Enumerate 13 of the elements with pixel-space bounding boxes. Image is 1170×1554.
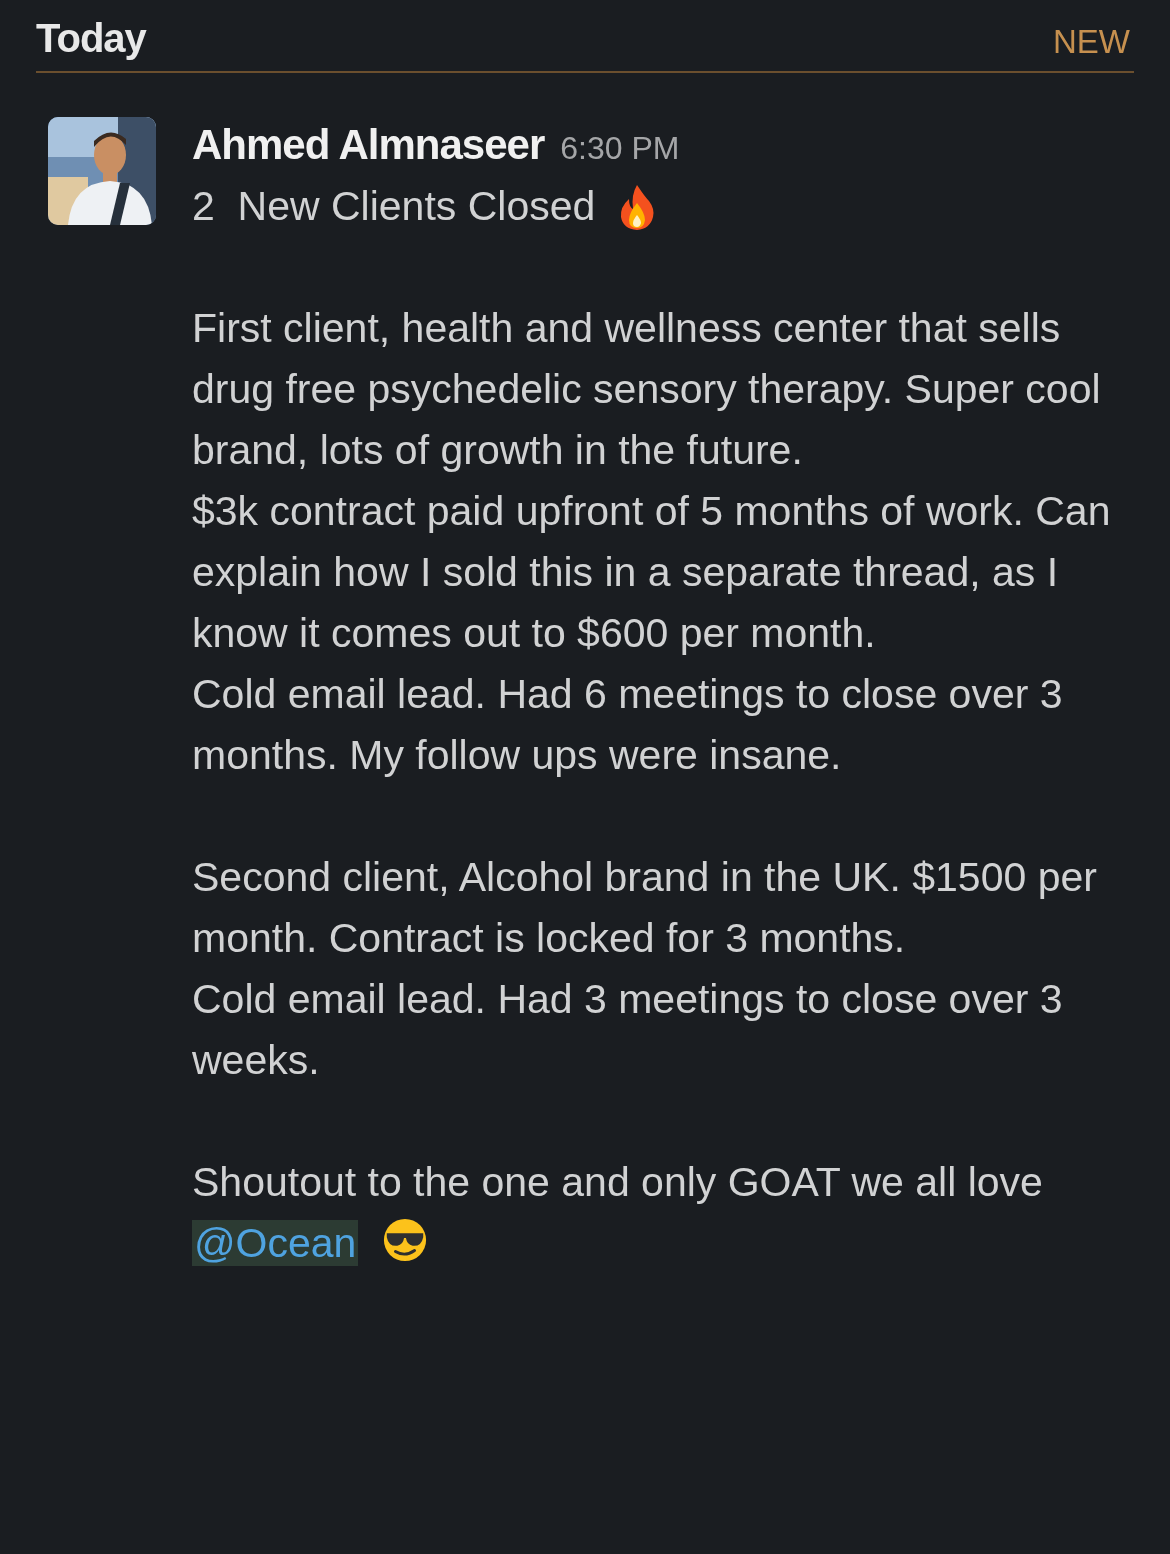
author-name[interactable]: Ahmed Almnaseer	[192, 117, 545, 173]
message-text: Second client, Alcohol brand in the UK. $1500 per month. Contract is locked for 3 months.	[192, 853, 1098, 963]
day-heading: Today	[36, 16, 146, 61]
new-label: NEW	[1053, 23, 1131, 61]
message-text: Cold email lead. Had 3 meetings to close over 3 weeks.	[192, 975, 1064, 1085]
message-text: Cold email lead. Had 6 meetings to close over 3 months. My follow ups were insane.	[192, 670, 1064, 780]
sunglasses-emoji-icon	[382, 1217, 429, 1263]
mention-link[interactable]: @Ocean	[192, 1220, 359, 1266]
message-text: Shoutout to the one and only GOAT we all love	[192, 1159, 1043, 1205]
message-text: 2 New Clients Closed	[192, 182, 596, 231]
message-text: First client, health and wellness center that sells drug free psychedelic sensory therapy. Super cool brand, lots of growth in the future.	[192, 304, 1102, 475]
message-text: $3k contract paid upfront of 5 months of work. Can explain how I sold this in a separate thread, as I know it comes out to $600 per month.	[192, 487, 1112, 658]
timestamp: 6:30 PM	[560, 129, 680, 168]
